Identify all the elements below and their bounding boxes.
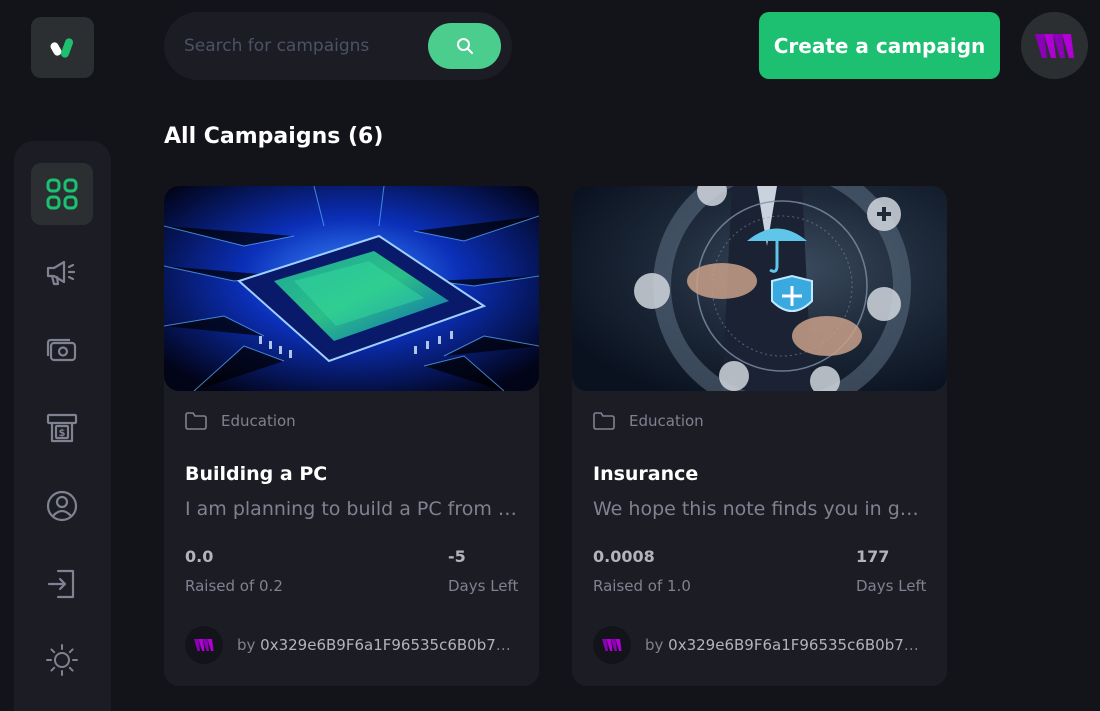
owner-row: by 0x329e6B9F6a1F96535c6B0b7B6... (593, 626, 927, 664)
logo-icon (50, 37, 73, 58)
owner-address: 0x329e6B9F6a1F96535c6B0b7B6... (668, 636, 927, 654)
sidebar-item-payment[interactable] (31, 319, 93, 381)
sidebar-item-theme[interactable] (31, 629, 93, 691)
campaign-description: We hope this note finds you in good heal… (593, 498, 928, 520)
days-left-label: Days Left (448, 577, 519, 595)
app-root: $ Search for campaigns Create a campaign… (0, 0, 1100, 711)
days-left: -5 (448, 547, 466, 566)
brand-logo-icon (602, 639, 622, 651)
category-row: Education (185, 412, 296, 430)
folder-icon (593, 412, 615, 430)
owner-address: 0x329e6B9F6a1F96535c6B0b7B6... (260, 636, 519, 654)
owner-avatar (185, 626, 223, 664)
sidebar-item-profile[interactable] (31, 475, 93, 537)
brand-logo-icon (194, 639, 214, 651)
app-logo[interactable] (31, 17, 94, 78)
user-avatar[interactable] (1021, 12, 1088, 79)
page-title: All Campaigns (6) (164, 124, 384, 149)
campaign-title: Building a PC (185, 463, 328, 485)
withdraw-icon: $ (46, 413, 78, 443)
megaphone-icon (46, 260, 76, 286)
campaign-image (572, 186, 947, 391)
search-input[interactable] (184, 28, 419, 64)
payment-icon (46, 338, 77, 362)
campaign-description: I am planning to build a PC from scratch (185, 498, 520, 520)
dashboard-icon (46, 178, 78, 210)
amount-raised: 0.0 (185, 547, 214, 566)
campaign-title: Insurance (593, 463, 699, 485)
profile-icon (46, 490, 78, 522)
brand-logo-icon (1034, 33, 1074, 58)
create-campaign-button[interactable]: Create a campaign (759, 12, 1000, 79)
sun-icon (46, 644, 78, 676)
campaign-image (164, 186, 539, 391)
campaign-card[interactable]: Education Insurance We hope this note fi… (572, 186, 947, 686)
owner-avatar (593, 626, 631, 664)
owner-text: by 0x329e6B9F6a1F96535c6B0b7B6... (237, 636, 519, 654)
owner-row: by 0x329e6B9F6a1F96535c6B0b7B6... (185, 626, 519, 664)
search-button[interactable] (428, 23, 501, 69)
days-left-label: Days Left (856, 577, 927, 595)
owner-text: by 0x329e6B9F6a1F96535c6B0b7B6... (645, 636, 927, 654)
search-icon (456, 38, 473, 54)
sidebar: $ (14, 141, 111, 711)
category-label: Education (221, 412, 296, 430)
folder-icon (185, 412, 207, 430)
search-bar (164, 12, 512, 80)
category-row: Education (593, 412, 704, 430)
sidebar-item-dashboard[interactable] (31, 163, 93, 225)
logout-icon (47, 569, 75, 599)
amount-raised-label: Raised of 0.2 (185, 577, 283, 595)
campaign-card[interactable]: Education Building a PC I am planning to… (164, 186, 539, 686)
amount-raised-label: Raised of 1.0 (593, 577, 691, 595)
days-left: 177 (856, 547, 890, 566)
svg-text:$: $ (59, 428, 66, 439)
sidebar-item-campaign[interactable] (31, 241, 93, 303)
sidebar-item-withdraw[interactable]: $ (31, 397, 93, 459)
category-label: Education (629, 412, 704, 430)
sidebar-item-logout[interactable] (31, 553, 93, 615)
amount-raised: 0.0008 (593, 547, 655, 566)
